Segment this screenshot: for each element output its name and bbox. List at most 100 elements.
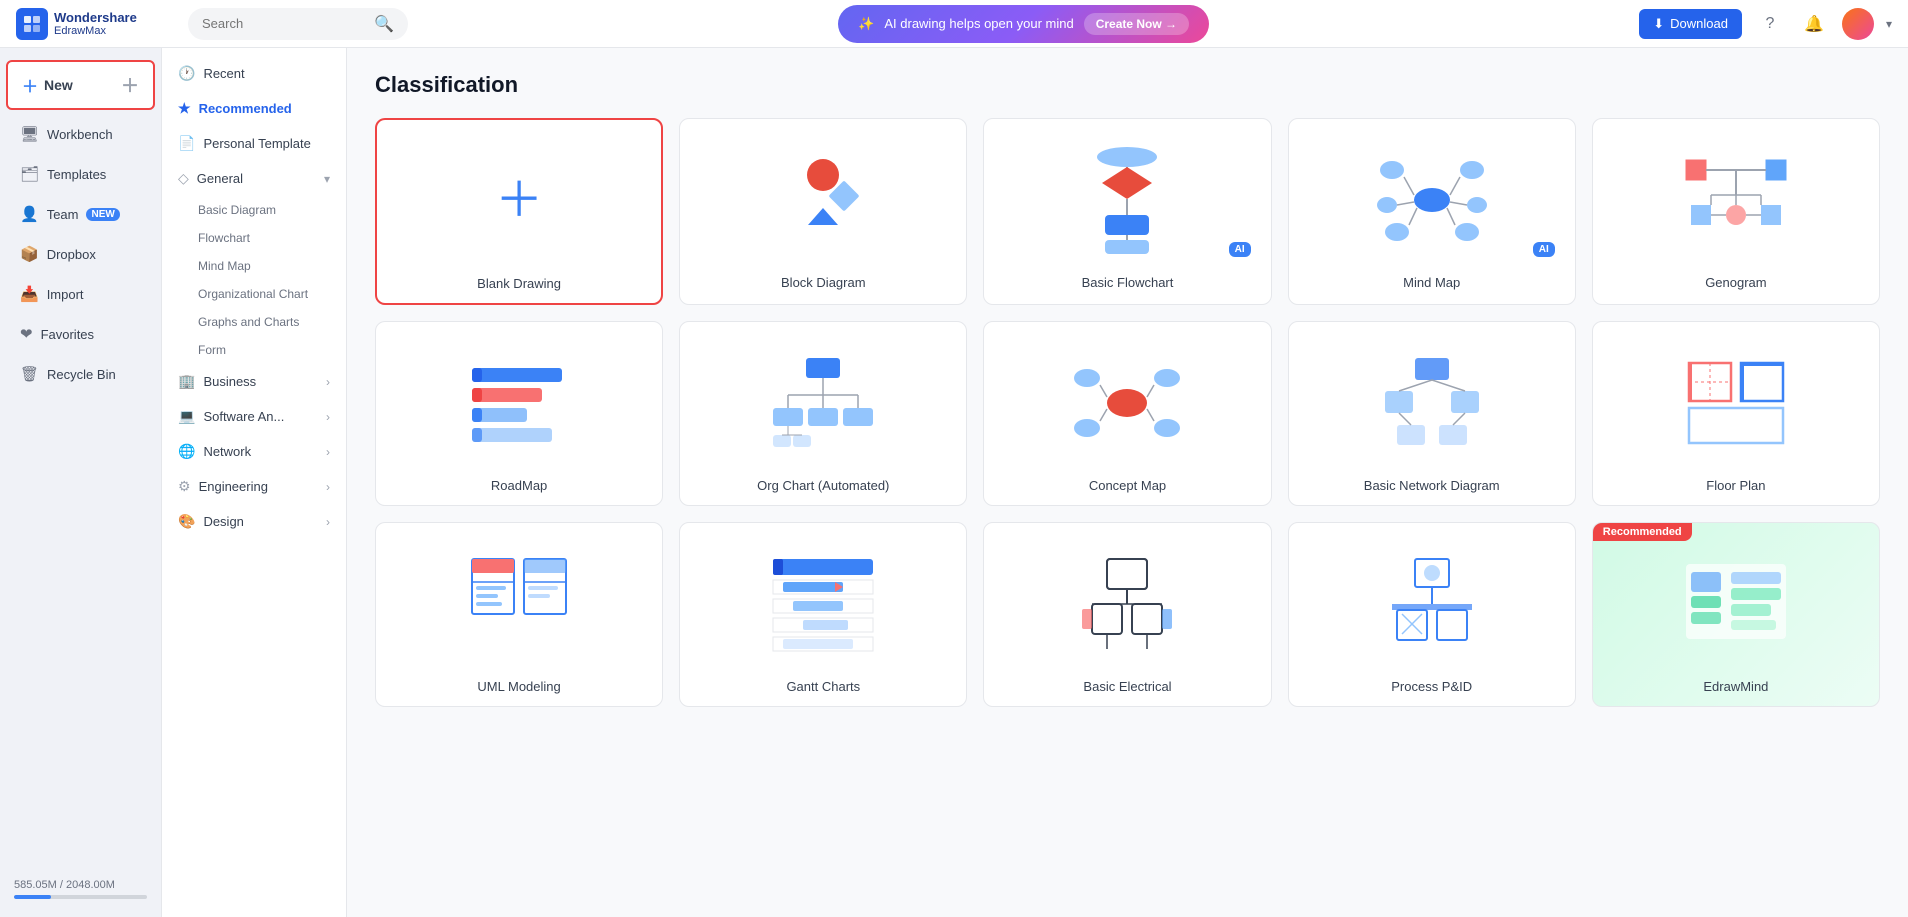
template-card-concept[interactable]: Concept Map: [983, 321, 1271, 506]
new-plus-icon: ＋: [22, 73, 38, 97]
template-card-blank[interactable]: ＋ Blank Drawing: [375, 118, 663, 305]
nav-item-recommended[interactable]: ★ Recommended: [162, 91, 346, 126]
roadmap-label: RoadMap: [491, 478, 547, 493]
templates-icon: 🗂: [20, 165, 39, 183]
edrawmind-visual: [1605, 539, 1867, 669]
orgchart-visual: [692, 338, 954, 468]
storage-bar-bg: [14, 895, 147, 899]
flowchart-ai-badge: AI: [1229, 242, 1251, 257]
nav-section-design[interactable]: 🎨 Design ›: [162, 504, 346, 539]
favorites-icon: ❤: [20, 325, 33, 343]
nav-sub-mindmap[interactable]: Mind Map: [162, 252, 346, 280]
engineering-label: Engineering: [199, 479, 268, 494]
nav-recommended-label: Recommended: [199, 101, 292, 116]
flowchart-visual: AI: [996, 135, 1258, 265]
sidebar-recycle-label: Recycle Bin: [47, 367, 116, 382]
notification-button[interactable]: 🔔: [1798, 8, 1830, 40]
personal-icon: 📄: [178, 135, 195, 152]
blank-label: Blank Drawing: [477, 276, 561, 291]
design-icon: 🎨: [178, 513, 195, 530]
template-card-pid[interactable]: Process P&ID: [1288, 522, 1576, 707]
sidebar-item-import[interactable]: 📥 Import: [6, 275, 155, 313]
nav-section-software[interactable]: 💻 Software An... ›: [162, 399, 346, 434]
blank-visual: ＋: [389, 136, 649, 266]
template-card-roadmap[interactable]: RoadMap: [375, 321, 663, 506]
template-card-uml[interactable]: UML Modeling: [375, 522, 663, 707]
template-card-block[interactable]: Block Diagram: [679, 118, 967, 305]
nav-section-engineering[interactable]: ⚙ Engineering ›: [162, 469, 346, 504]
avatar[interactable]: [1842, 8, 1874, 40]
nav-item-recent[interactable]: 🕐 Recent: [162, 56, 346, 91]
template-card-gantt[interactable]: Gantt Charts: [679, 522, 967, 707]
search-bar[interactable]: 🔍: [188, 8, 408, 40]
mindmap-label: Mind Map: [1403, 275, 1460, 290]
template-grid: ＋ Blank Drawing Block Diagram: [375, 118, 1880, 707]
nav-sub-orgchart[interactable]: Organizational Chart: [162, 280, 346, 308]
nav-personal-label: Personal Template: [203, 136, 310, 151]
template-card-edrawmind[interactable]: Recommended EdrawMind: [1592, 522, 1880, 707]
design-expand-icon: ›: [326, 515, 330, 529]
template-card-floorplan[interactable]: Floor Plan: [1592, 321, 1880, 506]
new-button[interactable]: ＋ New ＋: [6, 60, 155, 110]
content-title: Classification: [375, 72, 1880, 98]
template-card-flowchart[interactable]: AI Basic Flowchart: [983, 118, 1271, 305]
search-input[interactable]: [202, 16, 368, 31]
download-icon: ⬇: [1653, 16, 1664, 32]
nav-panel: 🕐 Recent ★ Recommended 📄 Personal Templa…: [162, 48, 347, 917]
sidebar-import-label: Import: [47, 287, 84, 302]
template-card-network[interactable]: Basic Network Diagram: [1288, 321, 1576, 506]
sidebar-item-recycle[interactable]: 🗑 Recycle Bin: [6, 355, 155, 393]
sidebar-dropbox-label: Dropbox: [47, 247, 96, 262]
genogram-visual: [1605, 135, 1867, 265]
template-card-orgchart[interactable]: Org Chart (Automated): [679, 321, 967, 506]
network-expand-icon: ›: [326, 445, 330, 459]
pid-visual: [1301, 539, 1563, 669]
app-name-line2: EdrawMax: [54, 25, 137, 37]
nav-sub-flowchart[interactable]: Flowchart: [162, 224, 346, 252]
nav-section-network[interactable]: 🌐 Network ›: [162, 434, 346, 469]
nav-section-general[interactable]: ◇ General ▾: [162, 161, 346, 196]
workbench-icon: 🖥: [20, 125, 39, 143]
mindmap-visual: AI: [1301, 135, 1563, 265]
uml-visual: [388, 539, 650, 669]
general-expand-icon: ▾: [324, 172, 330, 186]
sidebar-templates-label: Templates: [47, 167, 106, 182]
roadmap-visual: [388, 338, 650, 468]
nav-sub-graphs[interactable]: Graphs and Charts: [162, 308, 346, 336]
gantt-visual: [692, 539, 954, 669]
software-label: Software An...: [203, 409, 284, 424]
orgchart-label: Org Chart (Automated): [757, 478, 889, 493]
storage-bar-fill: [14, 895, 51, 899]
engineering-icon: ⚙: [178, 478, 191, 495]
sidebar-item-team[interactable]: 👤 Team NEW: [6, 195, 155, 233]
avatar-chevron-icon: ▾: [1886, 17, 1892, 31]
sidebar-item-dropbox[interactable]: 📦 Dropbox: [6, 235, 155, 273]
template-card-genogram[interactable]: Genogram: [1592, 118, 1880, 305]
create-now-button[interactable]: Create Now →: [1084, 13, 1189, 35]
team-icon: 👤: [20, 205, 39, 223]
content-area: Classification ＋ Blank Drawing Blo: [347, 48, 1908, 917]
template-card-mindmap[interactable]: AI Mind Map: [1288, 118, 1576, 305]
nav-sub-basic-diagram[interactable]: Basic Diagram: [162, 196, 346, 224]
template-card-electrical[interactable]: Basic Electrical: [983, 522, 1271, 707]
sidebar-team-label: Team: [47, 207, 79, 222]
app-logo-icon: [16, 8, 48, 40]
download-button[interactable]: ⬇ Download: [1639, 9, 1742, 39]
help-button[interactable]: ?: [1754, 8, 1786, 40]
concept-label: Concept Map: [1089, 478, 1166, 493]
block-visual: [692, 135, 954, 265]
general-label: General: [197, 171, 243, 186]
sidebar-item-workbench[interactable]: 🖥 Workbench: [6, 115, 155, 153]
business-icon: 🏢: [178, 373, 195, 390]
sidebar-item-favorites[interactable]: ❤ Favorites: [6, 315, 155, 353]
software-expand-icon: ›: [326, 410, 330, 424]
floorplan-visual: [1605, 338, 1867, 468]
recycle-icon: 🗑: [20, 365, 39, 383]
sidebar-item-templates[interactable]: 🗂 Templates: [6, 155, 155, 193]
import-icon: 📥: [20, 285, 39, 303]
ai-pill[interactable]: ✨ AI drawing helps open your mind Create…: [838, 5, 1209, 43]
nav-section-business[interactable]: 🏢 Business ›: [162, 364, 346, 399]
nav-item-personal[interactable]: 📄 Personal Template: [162, 126, 346, 161]
nav-sub-form[interactable]: Form: [162, 336, 346, 364]
mindmap-ai-badge: AI: [1533, 242, 1555, 257]
